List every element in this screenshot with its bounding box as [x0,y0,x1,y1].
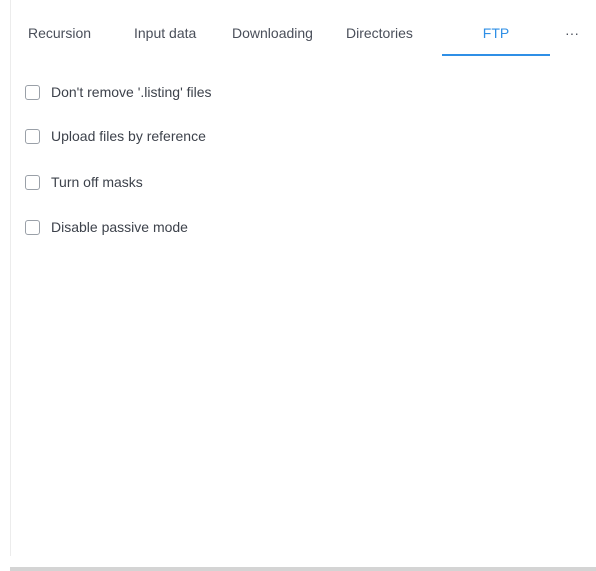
option-label: Disable passive mode [51,219,188,235]
option-label: Don't remove '.listing' files [51,84,212,100]
tab-downloading[interactable]: Downloading [232,13,313,57]
tab-recursion[interactable]: Recursion [28,13,91,57]
tab-ftp[interactable]: FTP [442,13,550,57]
option-disable-passive-mode[interactable]: Disable passive mode [25,217,425,237]
more-tabs-button[interactable]: ··· [565,13,579,57]
checkbox[interactable] [25,128,40,144]
tab-bar: Recursion Input data Downloading Directo… [10,13,590,57]
option-label: Turn off masks [51,174,143,190]
option-upload-files-by-reference[interactable]: Upload files by reference [25,126,425,146]
checkbox[interactable] [25,219,40,235]
tab-directories[interactable]: Directories [346,13,413,57]
option-label: Upload files by reference [51,128,206,144]
checkbox[interactable] [25,174,40,190]
checkbox[interactable] [25,84,40,100]
option-turn-off-masks[interactable]: Turn off masks [25,172,425,192]
option-dont-remove-listing-files[interactable]: Don't remove '.listing' files [25,82,425,102]
tab-input-data[interactable]: Input data [134,13,196,57]
bottom-divider [10,567,596,571]
